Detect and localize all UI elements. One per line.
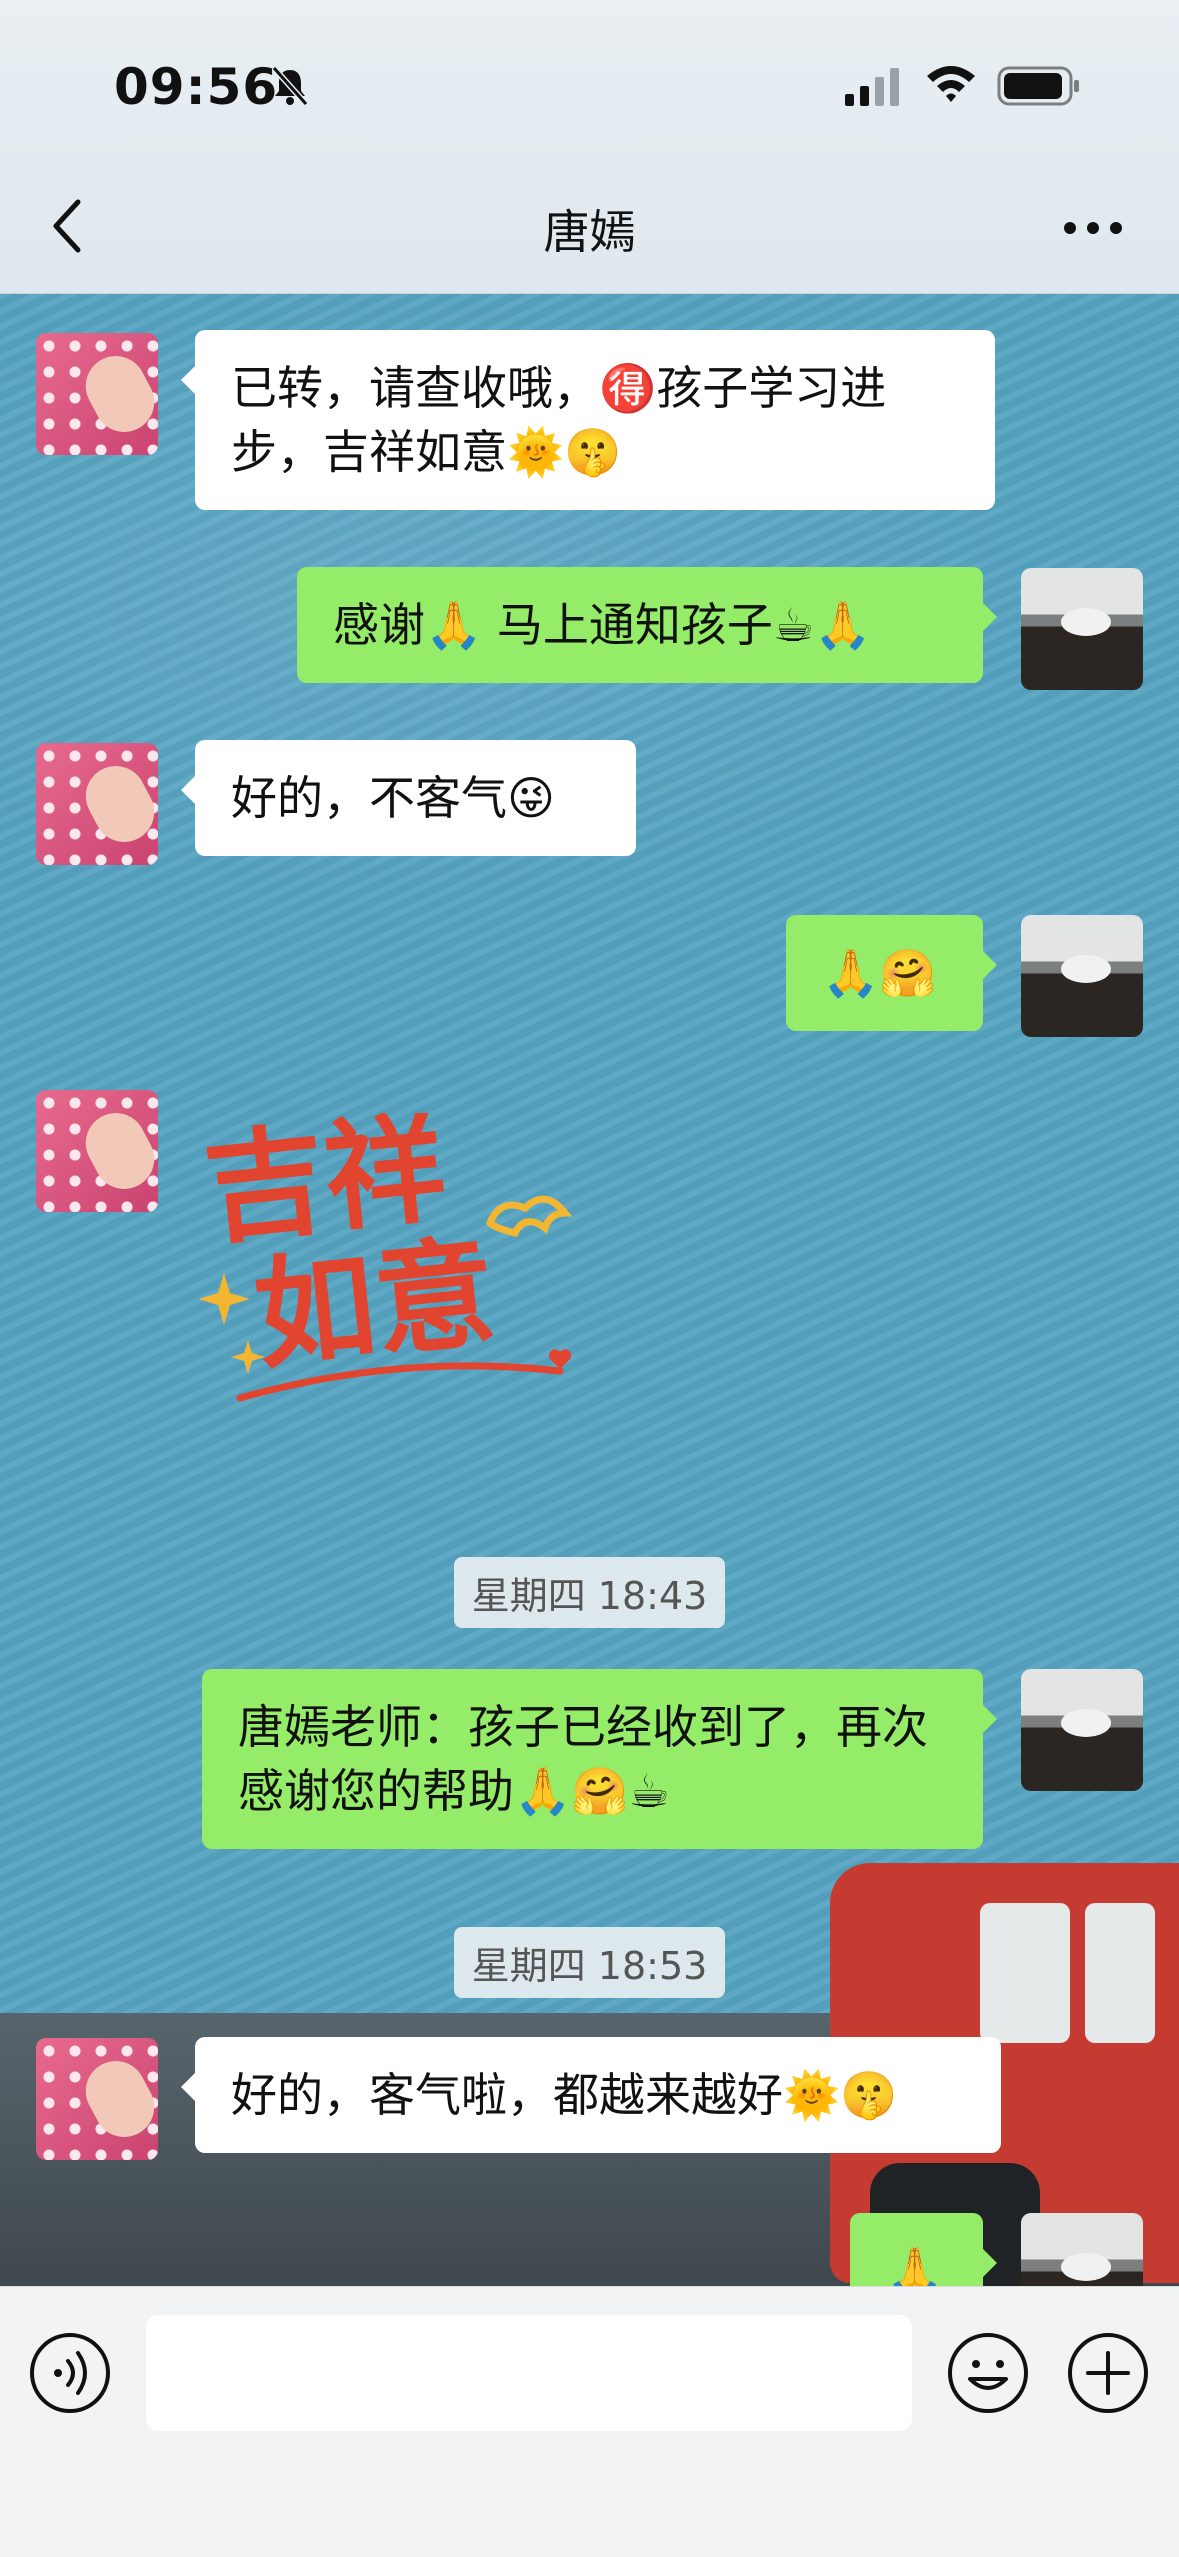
battery-icon [997, 66, 1079, 106]
sticker-jixiang-ruyi[interactable]: 吉祥 如意 [200, 1113, 580, 1413]
contact-avatar[interactable] [36, 743, 158, 865]
contact-avatar[interactable] [36, 1090, 158, 1212]
message-bubble-incoming[interactable]: 好的，不客气😜 [181, 740, 636, 856]
message-bubble-outgoing[interactable]: 🙏 [850, 2213, 997, 2286]
input-bar [0, 2286, 1179, 2557]
my-avatar[interactable] [1021, 915, 1143, 1037]
more-icon[interactable] [1062, 208, 1124, 248]
sticker-text-line2: 如意 [248, 1222, 501, 1387]
message-bubble-outgoing[interactable]: 唐嫣老师：孩子已经收到了，再次感谢您的帮助🙏🤗☕ [202, 1669, 997, 1849]
contact-avatar[interactable] [36, 333, 158, 455]
top-bar: 09:56 唐嫣 [0, 0, 1179, 294]
message-bubble-outgoing[interactable]: 🙏🤗 [786, 915, 997, 1031]
voice-icon[interactable] [28, 2331, 112, 2415]
time-divider: 星期四 18:43 [0, 1557, 1179, 1628]
sticker-sparkle-icon [200, 1273, 250, 1325]
plus-icon[interactable] [1066, 2331, 1150, 2415]
status-time: 09:56 [114, 58, 279, 116]
message-bubble-incoming[interactable]: 已转，请查收哦，🉐孩子学习进步，吉祥如意🌞🤫 [181, 330, 995, 510]
time-divider-text: 星期四 18:43 [453, 1557, 726, 1628]
chat-area[interactable]: 已转，请查收哦，🉐孩子学习进步，吉祥如意🌞🤫 感谢🙏 马上通知孩子☕🙏 好的，不… [0, 293, 1179, 2286]
message-bubble-outgoing[interactable]: 感谢🙏 马上通知孩子☕🙏 [297, 567, 997, 683]
signal-icon [845, 68, 899, 106]
wifi-icon [927, 66, 975, 102]
sticker-heart-icon [548, 1349, 572, 1369]
contact-avatar[interactable] [36, 2038, 158, 2160]
emoji-icon[interactable] [946, 2331, 1030, 2415]
bell-muted-icon [271, 66, 309, 106]
my-avatar[interactable] [1021, 2213, 1143, 2286]
chat-title: 唐嫣 [543, 205, 636, 259]
time-divider-text: 星期四 18:53 [453, 1927, 726, 1998]
my-avatar[interactable] [1021, 1669, 1143, 1791]
message-bubble-incoming[interactable]: 好的，客气啦，都越来越好🌞🤫 [181, 2037, 1001, 2153]
message-input[interactable] [146, 2315, 912, 2431]
my-avatar[interactable] [1021, 568, 1143, 690]
time-divider: 星期四 18:53 [0, 1927, 1179, 1998]
sticker-cloud-icon [485, 1195, 573, 1238]
